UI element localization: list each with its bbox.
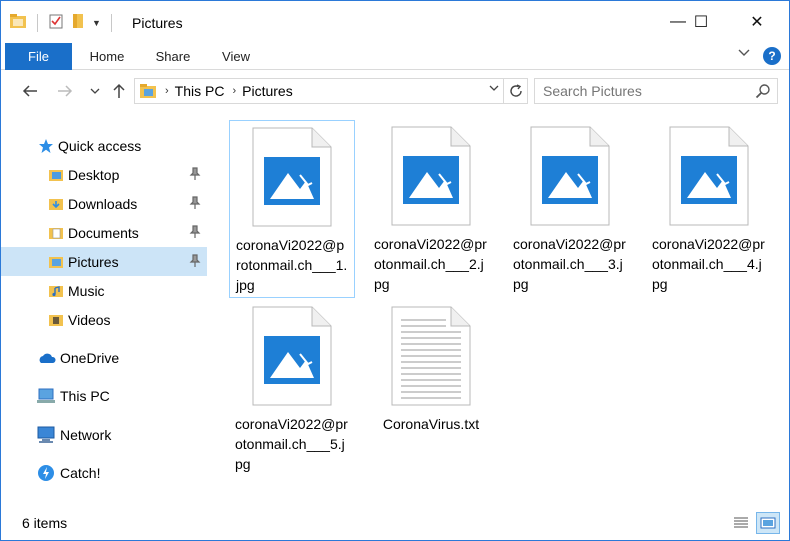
tab-view[interactable]: View bbox=[213, 43, 259, 70]
customize-toolbar-dropdown-icon[interactable]: ▼ bbox=[92, 18, 101, 28]
breadcrumb-pictures[interactable]: Pictures bbox=[242, 83, 293, 99]
file-item[interactable]: coronaVi2022@protonmail.ch___1.jpg bbox=[229, 120, 355, 298]
text-file-icon bbox=[391, 306, 471, 406]
item-count: 6 items bbox=[22, 515, 68, 531]
folder-app-icon bbox=[9, 13, 27, 34]
nav-onedrive-label: OneDrive bbox=[60, 349, 120, 366]
nav-videos-label: Videos bbox=[68, 311, 111, 328]
new-folder-icon[interactable] bbox=[70, 13, 86, 34]
file-item[interactable]: CoronaVirus.txt bbox=[368, 300, 494, 440]
nav-quick-access-label: Quick access bbox=[58, 137, 142, 154]
quick-access-toolbar: ▼ bbox=[9, 11, 116, 35]
nav-desktop-label: Desktop bbox=[68, 166, 120, 183]
status-bar: 6 items bbox=[1, 508, 789, 540]
properties-icon[interactable] bbox=[48, 13, 64, 34]
help-button[interactable]: ? bbox=[763, 47, 781, 65]
tab-share[interactable]: Share bbox=[147, 43, 199, 70]
expand-ribbon-chevron-icon[interactable] bbox=[738, 48, 750, 60]
file-name: coronaVi2022@protonmail.ch___4.jpg bbox=[652, 236, 765, 292]
downloads-folder-icon bbox=[47, 195, 65, 213]
search-icon[interactable] bbox=[755, 83, 771, 104]
file-name: CoronaVirus.txt bbox=[382, 416, 480, 432]
back-arrow-icon[interactable] bbox=[18, 79, 42, 103]
onedrive-cloud-icon bbox=[35, 349, 57, 367]
file-list: coronaVi2022@protonmail.ch___1.jpg coron… bbox=[213, 113, 789, 508]
nav-network[interactable]: Network bbox=[1, 420, 207, 449]
nav-pictures[interactable]: Pictures bbox=[1, 247, 207, 276]
pin-icon[interactable] bbox=[189, 254, 201, 271]
navigation-pane: Quick access Desktop Downloads Documents… bbox=[1, 113, 211, 508]
nav-this-pc-label: This PC bbox=[60, 387, 110, 404]
nav-network-label: Network bbox=[60, 426, 112, 443]
refresh-icon[interactable] bbox=[504, 78, 528, 104]
search-input[interactable] bbox=[534, 78, 778, 104]
file-name: coronaVi2022@protonmail.ch___5.jpg bbox=[235, 416, 348, 472]
tab-file[interactable]: File bbox=[5, 43, 72, 70]
breadcrumb-separator-icon[interactable]: › bbox=[165, 85, 169, 97]
file-name: coronaVi2022@protonmail.ch___2.jpg bbox=[374, 236, 487, 292]
image-file-icon bbox=[391, 126, 471, 226]
pin-icon[interactable] bbox=[189, 196, 201, 213]
file-item[interactable]: coronaVi2022@protonmail.ch___3.jpg bbox=[507, 120, 633, 298]
nav-videos[interactable]: Videos bbox=[1, 305, 207, 334]
nav-catch-label: Catch! bbox=[60, 464, 101, 481]
videos-folder-icon bbox=[47, 311, 65, 329]
image-file-icon bbox=[530, 126, 610, 226]
file-name: coronaVi2022@protonmail.ch___3.jpg bbox=[513, 236, 626, 292]
nav-catch[interactable]: Catch! bbox=[1, 458, 207, 487]
catch-app-icon bbox=[35, 464, 57, 482]
explorer-window: ▼ Pictures — ☐ ✕ File Home Share View ? bbox=[0, 0, 790, 541]
image-file-icon bbox=[669, 126, 749, 226]
close-button[interactable]: ✕ bbox=[734, 1, 780, 43]
nav-quick-access[interactable]: Quick access bbox=[1, 131, 207, 160]
address-bar[interactable]: › This PC › Pictures bbox=[134, 78, 504, 104]
nav-desktop[interactable]: Desktop bbox=[1, 160, 207, 189]
computer-icon bbox=[35, 387, 57, 405]
address-dropdown-chevron-icon[interactable] bbox=[489, 82, 499, 94]
file-item[interactable]: coronaVi2022@protonmail.ch___2.jpg bbox=[368, 120, 494, 298]
nav-onedrive[interactable]: OneDrive bbox=[1, 343, 207, 372]
network-icon bbox=[35, 426, 57, 444]
file-name: coronaVi2022@protonmail.ch___1.jpg bbox=[236, 237, 348, 293]
file-item[interactable]: coronaVi2022@protonmail.ch___4.jpg bbox=[646, 120, 772, 298]
ribbon-tabs: File Home Share View ? bbox=[1, 43, 789, 70]
pin-icon[interactable] bbox=[189, 225, 201, 242]
nav-documents[interactable]: Documents bbox=[1, 218, 207, 247]
pictures-folder-icon bbox=[139, 83, 157, 99]
details-view-icon[interactable] bbox=[729, 512, 753, 534]
documents-folder-icon bbox=[47, 224, 65, 242]
nav-music[interactable]: Music bbox=[1, 276, 207, 305]
window-title: Pictures bbox=[132, 15, 183, 31]
up-arrow-icon[interactable] bbox=[107, 79, 131, 103]
image-file-icon bbox=[252, 127, 332, 227]
star-icon bbox=[37, 137, 55, 155]
breadcrumb-separator-icon[interactable]: › bbox=[232, 85, 236, 97]
desktop-folder-icon bbox=[47, 166, 65, 184]
maximize-button[interactable]: ☐ bbox=[678, 1, 724, 43]
pin-icon[interactable] bbox=[189, 167, 201, 184]
title-bar: ▼ Pictures — ☐ ✕ bbox=[1, 1, 789, 43]
nav-pictures-label: Pictures bbox=[68, 253, 119, 270]
nav-downloads-label: Downloads bbox=[68, 195, 138, 212]
nav-this-pc[interactable]: This PC bbox=[1, 381, 207, 410]
large-icons-view-icon[interactable] bbox=[756, 512, 780, 534]
forward-arrow-icon[interactable] bbox=[53, 79, 77, 103]
music-folder-icon bbox=[47, 282, 65, 300]
image-file-icon bbox=[252, 306, 332, 406]
file-item[interactable]: coronaVi2022@protonmail.ch___5.jpg bbox=[229, 300, 355, 478]
breadcrumb-this-pc[interactable]: This PC bbox=[175, 83, 225, 99]
navigation-bar: › This PC › Pictures bbox=[1, 75, 789, 107]
nav-downloads[interactable]: Downloads bbox=[1, 189, 207, 218]
pictures-folder-icon bbox=[47, 253, 65, 271]
tab-home[interactable]: Home bbox=[81, 43, 133, 70]
nav-music-label: Music bbox=[68, 282, 105, 299]
nav-documents-label: Documents bbox=[68, 224, 139, 241]
recent-locations-chevron-icon[interactable] bbox=[83, 79, 107, 103]
